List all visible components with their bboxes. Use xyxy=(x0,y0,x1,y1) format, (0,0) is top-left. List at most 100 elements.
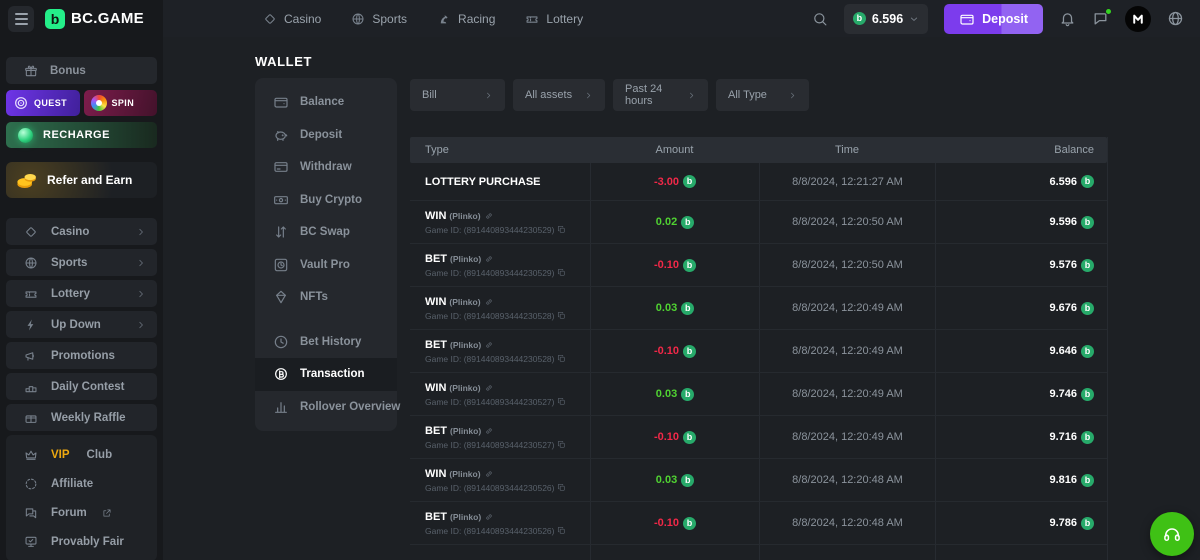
wallet-nav-vault-pro[interactable]: Vault Pro xyxy=(255,249,397,282)
wallet-nav-panel: BalanceDepositWithdrawBuy CryptoBC Swap V… xyxy=(255,78,397,431)
copy-icon[interactable] xyxy=(557,526,566,535)
sidebar-item-forum[interactable]: Forum xyxy=(6,498,157,527)
sidebar: Bonus QUEST SPIN RECHARGE Refer and Earn xyxy=(0,37,163,560)
sidebar-item-lottery[interactable]: Lottery xyxy=(6,280,157,307)
support-button[interactable] xyxy=(1150,512,1194,556)
copy-icon[interactable] xyxy=(557,354,566,363)
bc-coin-icon: b xyxy=(683,259,696,272)
copy-icon[interactable] xyxy=(557,311,566,320)
avatar[interactable] xyxy=(1125,6,1151,32)
table-row: BET(Plinko)Game ID: (891440893444230527)… xyxy=(410,416,1107,459)
wallet-nav-balance[interactable]: Balance xyxy=(255,86,397,119)
cell-balance: 9.576b xyxy=(935,244,1107,286)
game-name: (Plinko) xyxy=(450,254,481,264)
game-id: Game ID: (891440893444230527) xyxy=(425,397,554,407)
sidebar-item-casino[interactable]: Casino xyxy=(6,218,157,245)
game-name: (Plinko) xyxy=(449,211,480,221)
sidebar-item-up-down[interactable]: Up Down xyxy=(6,311,157,338)
bc-coin-icon: b xyxy=(1081,474,1094,487)
diamond-icon xyxy=(24,225,38,239)
affiliate-icon xyxy=(24,477,38,491)
balance-chip[interactable]: b 6.596 xyxy=(844,4,928,34)
transaction-type: BET xyxy=(425,511,447,523)
wallet-nav-withdraw[interactable]: Withdraw xyxy=(255,151,397,184)
brand-logo-icon: b xyxy=(45,9,65,29)
wallet-nav-transaction[interactable]: Transaction xyxy=(255,358,397,391)
wallet-nav-bc-swap[interactable]: BC Swap xyxy=(255,216,397,249)
cell-balance: 6.596b xyxy=(935,163,1107,200)
deposit-button[interactable]: Deposit xyxy=(944,4,1043,34)
cell-time: 8/8/2024, 12:20:50 AM xyxy=(759,244,935,286)
link-icon[interactable] xyxy=(484,211,494,221)
transaction-type: BET xyxy=(425,253,447,265)
wallet-nav-label: Vault Pro xyxy=(300,259,350,271)
copy-icon[interactable] xyxy=(557,440,566,449)
amount-value: 0.02 xyxy=(656,216,677,228)
wallet-nav-bet-history[interactable]: Bet History xyxy=(255,326,397,359)
quest-button[interactable]: QUEST xyxy=(6,90,80,116)
filter-past-24-hours[interactable]: Past 24 hours xyxy=(613,79,708,111)
balance-value: 9.716 xyxy=(1049,431,1077,443)
refer-and-earn-button[interactable]: Refer and Earn xyxy=(6,162,157,198)
sidebar-item-sports[interactable]: Sports xyxy=(6,249,157,276)
topnav-lottery[interactable]: Lottery xyxy=(525,12,583,26)
sidebar-item-daily-contest[interactable]: Daily Contest xyxy=(6,373,157,400)
sidebar-item-weekly-raffle[interactable]: Weekly Raffle xyxy=(6,404,157,431)
notifications-button[interactable] xyxy=(1059,10,1076,27)
topnav-casino[interactable]: Casino xyxy=(263,12,321,26)
link-icon[interactable] xyxy=(484,426,494,436)
deposit-label: Deposit xyxy=(982,12,1028,26)
wallet-nav-nfts[interactable]: NFTs xyxy=(255,281,397,314)
wallet-nav-deposit[interactable]: Deposit xyxy=(255,119,397,152)
cell-time: 8/8/2024, 12:20:48 AM xyxy=(759,502,935,544)
filter-all-assets[interactable]: All assets xyxy=(513,79,605,111)
coin-transfer-icon xyxy=(273,366,289,382)
recharge-button[interactable]: RECHARGE xyxy=(6,122,157,148)
filter-bill[interactable]: Bill xyxy=(410,79,505,111)
wallet-nav-rollover-overview[interactable]: Rollover Overview xyxy=(255,391,397,424)
link-icon[interactable] xyxy=(484,383,494,393)
clock-icon xyxy=(273,334,289,350)
wallet-nav-label: Transaction xyxy=(300,368,365,380)
copy-icon[interactable] xyxy=(557,397,566,406)
link-icon[interactable] xyxy=(484,297,494,307)
topnav-sports[interactable]: Sports xyxy=(351,12,407,26)
spin-button[interactable]: SPIN xyxy=(84,90,158,116)
amount-value: -3.00 xyxy=(654,176,679,188)
link-icon[interactable] xyxy=(484,340,494,350)
cell-balance: 9.716b xyxy=(935,416,1107,458)
brand-logo[interactable]: b BC.GAME xyxy=(45,9,144,29)
sidebar-item-promotions[interactable]: Promotions xyxy=(6,342,157,369)
chat-button[interactable] xyxy=(1092,10,1109,27)
game-id: Game ID: (891440893444230526) xyxy=(425,483,554,493)
amount-value: 0.03 xyxy=(656,388,677,400)
cell-amount: 0.03b xyxy=(590,459,759,501)
link-icon[interactable] xyxy=(484,469,494,479)
table-row: WIN(Plinko)Game ID: (891440893444230528)… xyxy=(410,287,1107,330)
column-header-balance: Balance xyxy=(935,144,1107,156)
language-button[interactable] xyxy=(1167,10,1184,27)
wallet-nav-buy-crypto[interactable]: Buy Crypto xyxy=(255,184,397,217)
topnav-racing[interactable]: Racing xyxy=(437,12,495,26)
link-icon[interactable] xyxy=(484,254,494,264)
link-icon[interactable] xyxy=(484,512,494,522)
basketball-icon xyxy=(24,256,38,270)
bonus-button[interactable]: Bonus xyxy=(6,57,157,84)
sidebar-item-provably-fair[interactable]: Provably Fair xyxy=(6,527,157,556)
copy-icon[interactable] xyxy=(557,225,566,234)
sidebar-item-vip-club[interactable]: VIPClub xyxy=(6,440,157,469)
sidebar-item-label: Up Down xyxy=(51,319,101,331)
game-id: Game ID: (891440893444230529) xyxy=(425,268,554,278)
cell-balance: 9.646b xyxy=(935,330,1107,372)
search-button[interactable] xyxy=(812,11,828,27)
gift-icon xyxy=(24,64,38,78)
menu-toggle-button[interactable] xyxy=(8,6,34,32)
fair-icon xyxy=(24,535,38,549)
copy-icon[interactable] xyxy=(557,268,566,277)
filter-all-type[interactable]: All Type xyxy=(716,79,809,111)
sidebar-item-affiliate[interactable]: Affiliate xyxy=(6,469,157,498)
balance-value: 9.596 xyxy=(1049,216,1077,228)
copy-icon[interactable] xyxy=(557,483,566,492)
game-id: Game ID: (891440893444230528) xyxy=(425,311,554,321)
spin-label: SPIN xyxy=(112,98,135,108)
